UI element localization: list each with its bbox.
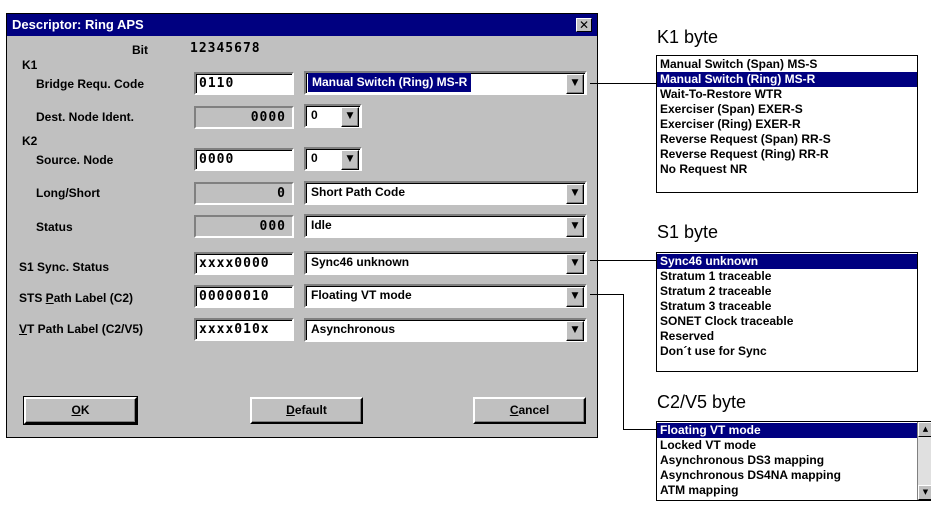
s1-list-item[interactable]: Stratum 3 traceable xyxy=(657,299,917,314)
s1-connector xyxy=(590,260,656,261)
source-node-field[interactable]: 0000 xyxy=(194,148,294,171)
scroll-up-icon[interactable]: ▲ xyxy=(918,422,931,437)
k1-list-item[interactable]: No Request NR xyxy=(657,162,917,177)
sts-path-label-label: STS Path Label (C2) xyxy=(19,291,133,305)
long-short-combo-value: Short Path Code xyxy=(311,185,406,199)
k1-connector xyxy=(590,83,656,84)
sts-path-label-post: ath Label (C2) xyxy=(53,291,134,305)
vt-path-label-combo-value: Asynchronous xyxy=(311,322,396,336)
k2-label: K2 xyxy=(22,134,38,148)
default-button-rest: efault xyxy=(294,403,327,417)
chevron-down-icon[interactable]: ▼ xyxy=(566,287,584,307)
k1-list-item[interactable]: Reverse Request (Ring) RR-R xyxy=(657,147,917,162)
c2-connector-h2 xyxy=(623,429,656,430)
s1-list-item[interactable]: Stratum 1 traceable xyxy=(657,269,917,284)
chevron-down-icon[interactable]: ▼ xyxy=(566,254,584,274)
s1-list-item[interactable]: Reserved xyxy=(657,329,917,344)
k1-label: K1 xyxy=(22,58,38,72)
ring-aps-dialog: Descriptor: Ring APS ✕ Bit 12345678 K1 B… xyxy=(6,13,598,438)
k1-byte-list[interactable]: Manual Switch (Span) MS-S Manual Switch (… xyxy=(656,55,918,193)
source-node-label: Source. Node xyxy=(36,153,114,167)
dest-node-ident-combo-value: 0 xyxy=(311,108,318,122)
c2v5-list-item[interactable]: Floating VT mode xyxy=(657,423,917,438)
k1-byte-heading: K1 byte xyxy=(657,27,719,47)
status-combo-value: Idle xyxy=(311,218,332,232)
chevron-down-icon[interactable]: ▼ xyxy=(566,184,584,204)
s1-byte-list[interactable]: Sync46 unknown Stratum 1 traceable Stratum… xyxy=(656,252,918,372)
s1-list-item[interactable]: SONET Clock traceable xyxy=(657,314,917,329)
k1-list-item[interactable]: Manual Switch (Span) MS-S xyxy=(657,57,917,72)
bridge-requ-code-label: Bridge Requ. Code xyxy=(36,77,145,91)
s1-sync-status-label: S1 Sync. Status xyxy=(19,260,110,274)
k1-list-item[interactable]: Exerciser (Ring) EXER-R xyxy=(657,117,917,132)
s1-list-item[interactable]: Don´t use for Sync xyxy=(657,344,917,359)
sts-path-label-field[interactable]: 00000010 xyxy=(194,285,294,308)
chevron-down-icon[interactable]: ▼ xyxy=(341,150,359,170)
default-button[interactable]: Default xyxy=(250,397,363,424)
s1-byte-heading: S1 byte xyxy=(657,222,719,242)
default-button-accel: D xyxy=(286,403,295,417)
c2v5-list-item[interactable]: Locked VT mode xyxy=(657,438,917,453)
scrollbar[interactable]: ▲ ▼ xyxy=(917,422,931,500)
long-short-combo[interactable]: Short Path Code ▼ xyxy=(304,181,587,205)
chevron-down-icon[interactable]: ▼ xyxy=(566,74,584,94)
c2v5-list-item[interactable]: Asynchronous DS3 mapping xyxy=(657,453,917,468)
bit-numbers: 12345678 xyxy=(190,41,261,56)
bridge-requ-code-combo[interactable]: Manual Switch (Ring) MS-R ▼ xyxy=(304,71,587,95)
bit-label: Bit xyxy=(132,43,148,57)
chevron-down-icon[interactable]: ▼ xyxy=(566,217,584,237)
c2v5-byte-heading: C2/V5 byte xyxy=(657,392,747,412)
status-label: Status xyxy=(36,220,73,234)
ok-button[interactable]: OK xyxy=(23,396,138,425)
vt-path-label-field[interactable]: xxxx010x xyxy=(194,318,294,341)
long-short-label: Long/Short xyxy=(36,186,100,200)
s1-list-item[interactable]: Stratum 2 traceable xyxy=(657,284,917,299)
sts-path-label-accel: P xyxy=(45,291,54,305)
scroll-down-icon[interactable]: ▼ xyxy=(918,485,931,500)
dialog-title: Descriptor: Ring APS xyxy=(7,14,597,36)
vt-path-label-combo[interactable]: Asynchronous ▼ xyxy=(304,318,587,342)
source-node-combo[interactable]: 0 ▼ xyxy=(304,147,362,171)
dest-node-ident-label: Dest. Node Ident. xyxy=(36,110,135,124)
k1-list-item[interactable]: Manual Switch (Ring) MS-R xyxy=(657,72,917,87)
cancel-button-rest: ancel xyxy=(518,403,550,417)
bridge-requ-code-combo-value: Manual Switch (Ring) MS-R xyxy=(308,73,472,92)
s1-sync-status-combo[interactable]: Sync46 unknown ▼ xyxy=(304,251,587,275)
bridge-requ-code-field[interactable]: 0110 xyxy=(194,72,294,95)
vt-path-label-post: T Path Label (C2/V5) xyxy=(27,322,144,336)
c2v5-byte-list[interactable]: Floating VT mode Locked VT mode Asynchrono… xyxy=(656,421,931,501)
vt-path-label-accel: V xyxy=(19,322,28,336)
c2v5-list-item[interactable]: Asynchronous DS4NA mapping xyxy=(657,468,917,483)
k1-list-item[interactable]: Exerciser (Span) EXER-S xyxy=(657,102,917,117)
chevron-down-icon[interactable]: ▼ xyxy=(566,321,584,341)
source-node-combo-value: 0 xyxy=(311,151,318,165)
ok-button-accel: O xyxy=(71,403,81,417)
long-short-field: 0 xyxy=(194,182,294,205)
vt-path-label-label: VT Path Label (C2/V5) xyxy=(19,322,143,336)
ok-button-rest: K xyxy=(80,403,90,417)
dest-node-ident-field: 0000 xyxy=(194,106,294,129)
sts-path-label-combo-value: Floating VT mode xyxy=(311,288,412,302)
chevron-down-icon[interactable]: ▼ xyxy=(341,107,359,127)
cancel-button[interactable]: Cancel xyxy=(473,397,586,424)
k1-list-item[interactable]: Wait-To-Restore WTR xyxy=(657,87,917,102)
k1-list-item[interactable]: Reverse Request (Span) RR-S xyxy=(657,132,917,147)
s1-sync-status-combo-value: Sync46 unknown xyxy=(311,255,410,269)
c2-connector-v xyxy=(623,294,624,430)
dest-node-ident-combo[interactable]: 0 ▼ xyxy=(304,104,362,128)
status-field: 000 xyxy=(194,215,294,238)
c2v5-list-item[interactable]: ATM mapping xyxy=(657,483,917,498)
c2-connector-h1 xyxy=(590,294,624,295)
sts-path-label-combo[interactable]: Floating VT mode ▼ xyxy=(304,284,587,308)
sts-path-label-pre: STS xyxy=(19,291,46,305)
close-icon[interactable]: ✕ xyxy=(576,18,592,32)
s1-sync-status-field[interactable]: xxxx0000 xyxy=(194,252,294,275)
status-combo[interactable]: Idle ▼ xyxy=(304,214,587,238)
s1-list-item[interactable]: Sync46 unknown xyxy=(657,254,917,269)
